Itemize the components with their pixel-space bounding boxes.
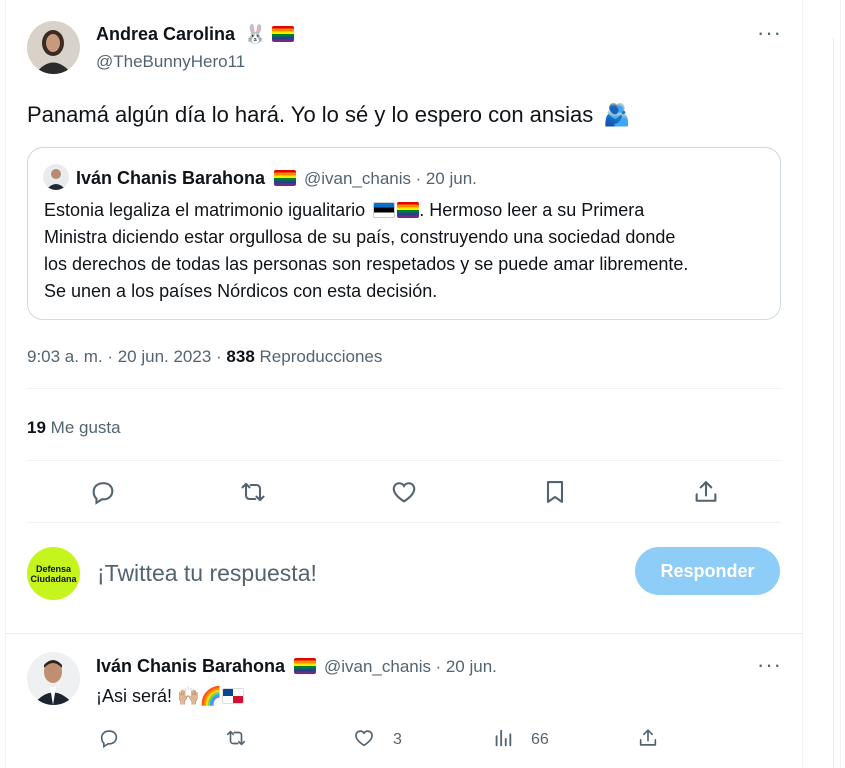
tweet-text: Panamá algún día lo hará. Yo lo sé y lo … — [27, 102, 631, 128]
retweet-icon[interactable] — [239, 478, 267, 506]
avatar-text-line1: Defensa — [35, 563, 71, 574]
sidebar-divider-outer — [840, 0, 841, 768]
quoted-author-handle: @ivan_chanis — [303, 169, 412, 188]
reply-text: ¡Asi será! 🙌🏼🌈 — [96, 686, 244, 707]
reply-icon[interactable] — [89, 478, 117, 506]
avatar-text-line2: Ciudadana — [30, 573, 77, 584]
estonia-flag-icon — [373, 202, 396, 218]
reply-text-body: ¡Asi será! — [96, 686, 173, 706]
rainbow-flag-icon — [271, 26, 294, 42]
rainbow-flag-icon — [273, 170, 296, 186]
reply-avatar[interactable] — [27, 652, 80, 705]
reply-button[interactable]: Responder — [635, 547, 780, 595]
reply-header: Iván Chanis Barahona @ivan_chanis · 20 j… — [96, 656, 497, 677]
author-name-text[interactable]: Andrea Carolina — [96, 24, 235, 44]
quoted-header: Iván Chanis Barahona @ivan_chanis · 20 j… — [76, 168, 477, 189]
quoted-text: Estonia legaliza el matrimonio igualitar… — [44, 197, 774, 305]
author-name[interactable]: Andrea Carolina 🐰 — [96, 24, 294, 45]
share-icon[interactable] — [637, 727, 665, 755]
sidebar-divider — [833, 38, 834, 768]
quoted-text-line2: Ministra diciendo estar orgullosa de su … — [44, 227, 676, 247]
quoted-date: · 20 jun. — [415, 169, 477, 188]
quoted-text-line4: Se unen a los países Nórdicos con esta d… — [44, 281, 438, 301]
reply-views-count: 66 — [531, 731, 549, 748]
reply-author-name[interactable]: Iván Chanis Barahona — [96, 656, 285, 676]
tweet-meta: 9:03 a. m. · 20 jun. 2023 · 838 Reproduc… — [27, 347, 382, 367]
reply-emoji: 🙌🏼🌈 — [177, 686, 222, 706]
like-icon[interactable] — [353, 727, 381, 755]
rainbow-flag-icon — [397, 202, 420, 218]
quoted-text-line3: los derechos de todas las personas son r… — [44, 254, 689, 274]
divider — [27, 388, 781, 389]
likes-summary[interactable]: 19 Me gusta — [27, 418, 121, 438]
tweet-text-body: Panamá algún día lo hará. Yo lo sé y lo … — [27, 102, 594, 127]
reply-icon[interactable] — [98, 727, 126, 755]
divider — [5, 633, 803, 634]
reply-date[interactable]: · 20 jun. — [435, 657, 496, 676]
tweet-time[interactable]: 9:03 a. m. · 20 jun. 2023 · — [27, 347, 222, 366]
quoted-tweet[interactable]: Iván Chanis Barahona @ivan_chanis · 20 j… — [27, 147, 781, 320]
composer-avatar[interactable]: Defensa Ciudadana — [27, 547, 80, 600]
panama-flag-icon — [221, 688, 244, 704]
reply-likes-count: 3 — [393, 731, 402, 748]
like-icon[interactable] — [390, 478, 418, 506]
quoted-author-name: Iván Chanis Barahona — [76, 168, 266, 188]
likes-label: Me gusta — [50, 418, 121, 437]
quoted-avatar — [43, 164, 69, 190]
views-count: 838 — [226, 347, 255, 366]
bookmark-icon[interactable] — [541, 478, 569, 506]
reply-more-options-icon[interactable]: ··· — [757, 654, 782, 676]
rainbow-flag-icon — [293, 658, 316, 674]
likes-count: 19 — [27, 418, 46, 437]
quoted-text-line1b: . Hermoso leer a su Primera — [419, 200, 645, 220]
more-options-icon[interactable]: ··· — [757, 22, 782, 44]
rabbit-emoji: 🐰 — [244, 24, 267, 44]
divider — [27, 460, 781, 461]
quoted-text-line1a: Estonia legaliza el matrimonio igualitar… — [44, 200, 366, 220]
analytics-icon[interactable] — [492, 727, 520, 755]
hug-emoji: 🫂 — [603, 102, 631, 127]
views-label: Reproducciones — [259, 347, 383, 366]
retweet-icon[interactable] — [225, 727, 253, 755]
reply-author-handle[interactable]: @ivan_chanis — [324, 657, 431, 676]
share-icon[interactable] — [692, 478, 720, 506]
avatar[interactable] — [27, 21, 80, 74]
author-handle[interactable]: @TheBunnyHero11 — [96, 52, 245, 72]
reply-input[interactable]: ¡Twittea tu respuesta! — [97, 560, 317, 587]
divider — [27, 522, 781, 523]
